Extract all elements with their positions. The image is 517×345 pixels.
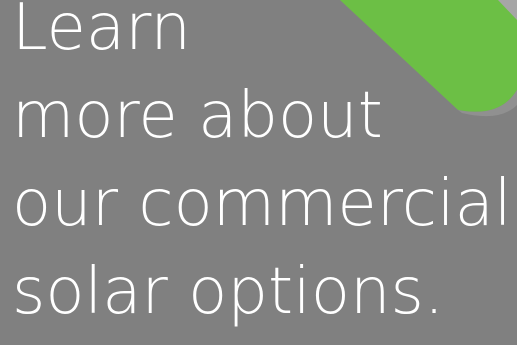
headline-line-1: Learn <box>12 0 191 65</box>
headline-line-4: solar options. <box>12 255 445 329</box>
promo-headline[interactable]: Learn more about our commercial solar op… <box>12 0 512 336</box>
headline-line-2: more about <box>12 79 383 153</box>
promo-banner[interactable]: Learn more about our commercial solar op… <box>0 0 517 345</box>
headline-line-3: our commercial <box>12 167 512 241</box>
